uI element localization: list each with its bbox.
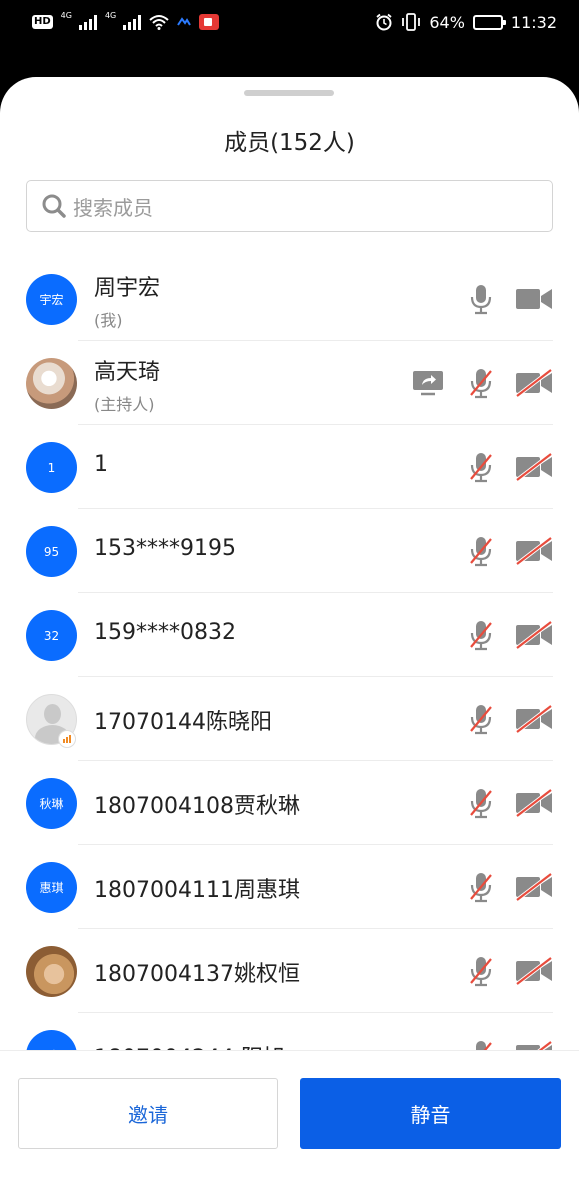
search-placeholder: 搜索成员: [73, 195, 153, 220]
member-list[interactable]: 宇宏 周宇宏 (我) 高天琦 (主持人) 1 1 95 153****9195: [0, 257, 579, 1050]
camera-off-icon[interactable]: [515, 703, 553, 735]
camera-off-icon[interactable]: [515, 451, 553, 483]
member-status-icons: [409, 367, 553, 399]
camera-off-icon[interactable]: [515, 787, 553, 819]
network-label-1: 4G: [60, 10, 72, 20]
member-status-icons: [469, 703, 553, 735]
signal-icon-2: [123, 14, 142, 30]
mic-off-icon[interactable]: [469, 871, 493, 903]
mic-off-icon[interactable]: [469, 1039, 493, 1050]
screen-share-icon: [409, 367, 447, 399]
battery-percent: 64%: [429, 12, 465, 32]
alarm-icon: [376, 13, 392, 31]
hd-badge: HD: [32, 15, 53, 29]
avatar-photo: [26, 946, 77, 997]
mic-on-icon[interactable]: [469, 283, 493, 315]
camera-off-icon[interactable]: [515, 955, 553, 987]
member-name: 1807004108贾秋琳: [94, 794, 300, 819]
bottom-bar: 邀请 静音: [0, 1050, 579, 1203]
member-name: 1807004244 阳旭: [94, 1040, 285, 1050]
drag-handle[interactable]: [244, 90, 334, 96]
camera-on-icon[interactable]: [515, 283, 553, 315]
status-left: HD 4G 4G: [32, 10, 220, 32]
avatar-head: [44, 704, 61, 724]
search-input[interactable]: 搜索成员: [26, 180, 553, 232]
sheet-title: 成员(152人): [224, 130, 355, 156]
mic-off-icon[interactable]: [469, 451, 493, 483]
clock: 11:32: [510, 12, 557, 32]
camera-off-icon[interactable]: [515, 535, 553, 567]
member-row-2[interactable]: 高天琦 (主持人): [0, 341, 579, 425]
member-row-10[interactable]: 阳旭 1807004244 阳旭: [0, 1013, 579, 1050]
screen-record-icon: [199, 14, 220, 30]
network-quality-icon: [58, 730, 76, 748]
member-name: 周宇宏: [94, 276, 161, 301]
status-right: 64% 11:32: [375, 11, 557, 33]
signal-icon: [78, 14, 97, 30]
avatar: 32: [26, 610, 77, 661]
members-sheet: 成员(152人) 搜索成员 宇宏 周宇宏 (我) 高天琦 (主持人) 1 1 9…: [0, 77, 579, 1203]
member-name: 高天琦: [94, 360, 161, 385]
avatar: 阳旭: [26, 1030, 77, 1050]
invite-button[interactable]: 邀请: [18, 1078, 278, 1149]
member-role: (我): [94, 311, 123, 330]
member-row-6[interactable]: 17070144陈晓阳: [0, 677, 579, 761]
member-status-icons: [469, 619, 553, 651]
network-label-2: 4G: [104, 10, 117, 20]
vibrate-icon: [402, 13, 421, 31]
camera-off-icon[interactable]: [515, 871, 553, 903]
avatar: 95: [26, 526, 77, 577]
app-notification-icon: [177, 17, 192, 26]
member-name: 17070144陈晓阳: [94, 710, 272, 735]
mic-off-icon[interactable]: [469, 367, 493, 399]
member-status-icons: [469, 283, 553, 315]
avatar: 秋琳: [26, 778, 77, 829]
camera-off-icon[interactable]: [515, 367, 553, 399]
camera-off-icon[interactable]: [515, 1039, 553, 1050]
member-row-4[interactable]: 95 153****9195: [0, 509, 579, 593]
member-row-5[interactable]: 32 159****0832: [0, 593, 579, 677]
battery-icon: [472, 14, 506, 30]
avatar-photo: [26, 358, 77, 409]
camera-off-icon[interactable]: [515, 619, 553, 651]
member-name: 1807004137姚权恒: [94, 962, 300, 987]
mic-off-icon[interactable]: [469, 955, 493, 987]
member-row-7[interactable]: 秋琳 1807004108贾秋琳: [0, 761, 579, 845]
mic-off-icon[interactable]: [469, 535, 493, 567]
member-name: 1807004111周惠琪: [94, 878, 300, 903]
member-status-icons: [469, 787, 553, 819]
member-role: (主持人): [94, 395, 155, 414]
member-status-icons: [469, 871, 553, 903]
member-name: 159****0832: [94, 620, 236, 645]
mute-all-button[interactable]: 静音: [300, 1078, 561, 1149]
member-name: 153****9195: [94, 536, 236, 561]
avatar: 1: [26, 442, 77, 493]
wifi-icon: [149, 15, 169, 30]
mic-off-icon[interactable]: [469, 703, 493, 735]
avatar: 惠琪: [26, 862, 77, 913]
search-icon: [42, 194, 66, 218]
member-status-icons: [469, 955, 553, 987]
member-row-9[interactable]: 1807004137姚权恒: [0, 929, 579, 1013]
mic-off-icon[interactable]: [469, 787, 493, 819]
member-name: 1: [94, 452, 108, 477]
member-status-icons: [469, 1039, 553, 1050]
member-status-icons: [469, 451, 553, 483]
member-row-3[interactable]: 1 1: [0, 425, 579, 509]
member-status-icons: [469, 535, 553, 567]
member-row-8[interactable]: 惠琪 1807004111周惠琪: [0, 845, 579, 929]
mic-off-icon[interactable]: [469, 619, 493, 651]
member-row-1[interactable]: 宇宏 周宇宏 (我): [0, 257, 579, 341]
status-bar: HD 4G 4G 64% 11:32: [0, 0, 579, 44]
avatar: 宇宏: [26, 274, 77, 325]
